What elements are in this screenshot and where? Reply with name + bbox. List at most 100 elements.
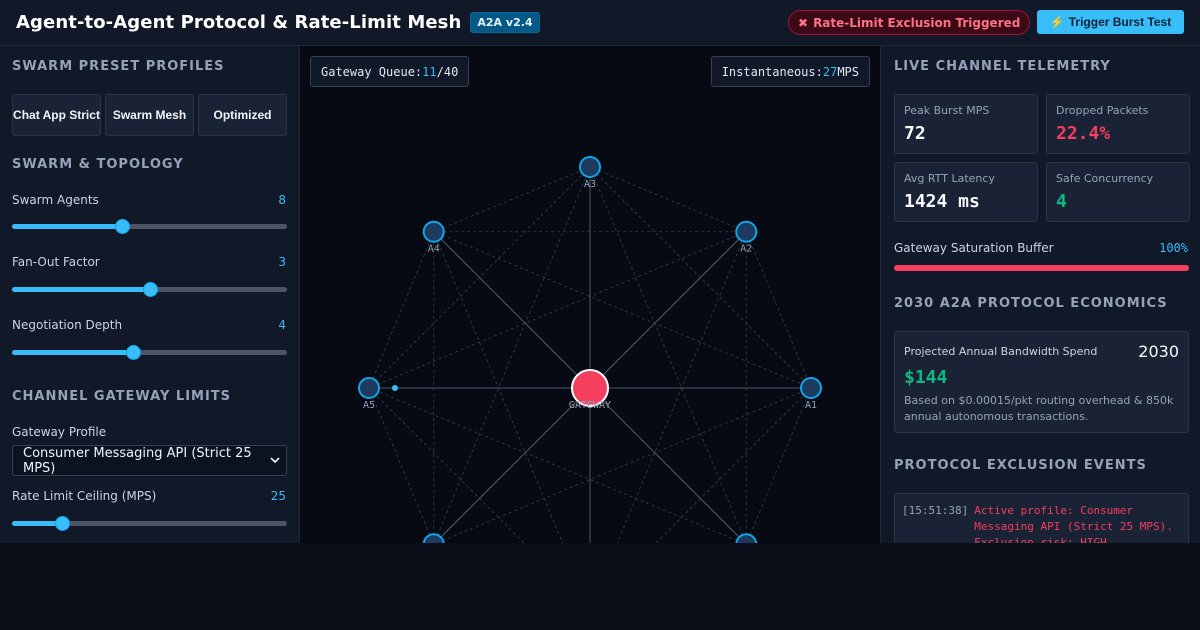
swarm-agents-slider[interactable] bbox=[12, 219, 287, 234]
alert-text: Rate-Limit Exclusion Triggered bbox=[813, 15, 1021, 30]
econ-label: Projected Annual Bandwidth Spend bbox=[904, 345, 1098, 358]
instantaneous-readout: Instantaneous: 27 MPS bbox=[710, 56, 870, 87]
agent-node-a4[interactable] bbox=[422, 220, 445, 243]
mesh-edge bbox=[368, 387, 525, 543]
gateway-section-title: CHANNEL GATEWAY LIMITS bbox=[12, 389, 232, 404]
mesh-edge bbox=[616, 231, 747, 543]
preset-optimized-button[interactable]: Optimized bbox=[198, 94, 287, 136]
agent-node-a6[interactable] bbox=[422, 533, 445, 543]
event-message: Active profile: Consumer Messaging API (… bbox=[974, 504, 1173, 543]
negotiation-depth-value: 4 bbox=[278, 318, 286, 332]
inst-unit: MPS bbox=[837, 64, 859, 79]
dropped-packets-value: 22.4% bbox=[1056, 123, 1111, 144]
slider-thumb[interactable] bbox=[126, 345, 141, 360]
mesh-edge bbox=[368, 387, 745, 543]
saturation-value: 100% bbox=[1159, 241, 1188, 255]
agent-node-a5[interactable] bbox=[358, 377, 380, 399]
mesh-edge bbox=[655, 387, 812, 543]
avg-rtt-card: Avg RTT Latency 1424 ms bbox=[894, 162, 1038, 222]
chevron-down-icon bbox=[270, 452, 280, 471]
agent-label: A3 bbox=[584, 179, 596, 190]
fan-out-factor-label: Fan-Out Factor bbox=[12, 255, 100, 269]
preset-chat-app-strict-button[interactable]: Chat App Strict bbox=[12, 94, 101, 136]
peak-burst-card: Peak Burst MPS 72 bbox=[894, 94, 1038, 154]
rate-limit-ceiling-value: 25 bbox=[270, 489, 286, 503]
fan-out-factor-value: 3 bbox=[278, 255, 286, 269]
left-control-panel: SWARM PRESET PROFILES Chat App Strict Sw… bbox=[0, 46, 300, 543]
avg-rtt-value: 1424 ms bbox=[904, 191, 980, 212]
mesh-edge bbox=[433, 166, 591, 233]
gateway-spoke bbox=[589, 231, 747, 389]
saturation-fill bbox=[894, 265, 1189, 271]
slider-thumb[interactable] bbox=[142, 282, 158, 297]
saturation-label: Gateway Saturation Buffer bbox=[894, 241, 1054, 255]
gateway-profile-selected: Consumer Messaging API (Strict 25 MPS) bbox=[23, 445, 252, 476]
gateway-label: GATEWAY bbox=[569, 400, 611, 411]
mesh-edge bbox=[589, 166, 747, 543]
slider-thumb[interactable] bbox=[54, 516, 70, 531]
close-x-icon: ✖ bbox=[798, 15, 809, 30]
peak-burst-label: Peak Burst MPS bbox=[904, 104, 990, 117]
saturation-progress-bar bbox=[894, 265, 1189, 271]
econ-year: 2030 bbox=[1138, 342, 1179, 361]
events-section-title: PROTOCOL EXCLUSION EVENTS bbox=[894, 458, 1147, 473]
econ-note: Based on $0.00015/pkt routing overhead &… bbox=[904, 394, 1174, 423]
gateway-profile-select[interactable]: Consumer Messaging API (Strict 25 MPS) bbox=[12, 445, 287, 476]
inst-label: Instantaneous: bbox=[721, 64, 823, 79]
burst-button-label: Trigger Burst Test bbox=[1068, 15, 1172, 29]
mesh-edge bbox=[368, 231, 435, 389]
economics-section-title: 2030 A2A PROTOCOL ECONOMICS bbox=[894, 296, 1168, 311]
safe-concurrency-card: Safe Concurrency 4 bbox=[1046, 162, 1190, 222]
lightning-icon: ⚡ bbox=[1049, 15, 1065, 29]
agent-label: A1 bbox=[805, 400, 817, 411]
peak-burst-value: 72 bbox=[904, 123, 926, 144]
avg-rtt-label: Avg RTT Latency bbox=[904, 172, 995, 185]
mesh-edge bbox=[589, 166, 747, 233]
mesh-edge bbox=[745, 231, 812, 389]
mesh-edge bbox=[746, 387, 812, 543]
negotiation-depth-slider[interactable] bbox=[12, 345, 287, 360]
agent-node-a3[interactable] bbox=[579, 156, 601, 178]
queue-current: 11 bbox=[422, 64, 437, 79]
mesh-edge bbox=[368, 231, 747, 389]
mesh-edge bbox=[435, 387, 812, 543]
agent-node-a2[interactable] bbox=[735, 220, 758, 243]
mesh-topology-canvas[interactable]: A1A2A3A4A5A6A7A8GATEWAY Gateway Queue: 1… bbox=[300, 46, 880, 543]
app-header: Agent-to-Agent Protocol & Rate-Limit Mes… bbox=[0, 0, 1200, 46]
agent-node-a8[interactable] bbox=[735, 533, 758, 543]
slider-thumb[interactable] bbox=[115, 219, 130, 234]
gateway-profile-label: Gateway Profile bbox=[12, 425, 107, 439]
safe-concurrency-value: 4 bbox=[1056, 191, 1067, 212]
agent-label: A2 bbox=[740, 244, 752, 255]
mesh-edge bbox=[433, 231, 812, 389]
swarm-agents-label: Swarm Agents bbox=[12, 193, 99, 207]
dropped-packets-card: Dropped Packets 22.4% bbox=[1046, 94, 1190, 154]
event-timestamp: [15:51:38] bbox=[902, 504, 969, 517]
gateway-spoke bbox=[433, 231, 591, 389]
queue-max: 40 bbox=[443, 64, 459, 79]
telemetry-section-title: LIVE CHANNEL TELEMETRY bbox=[894, 59, 1111, 74]
mesh-topology-graph: A1A2A3A4A5A6A7A8GATEWAY bbox=[358, 156, 822, 543]
gateway-spoke bbox=[589, 387, 746, 543]
mesh-edge bbox=[368, 387, 434, 543]
dropped-packets-label: Dropped Packets bbox=[1056, 104, 1149, 117]
agent-node-a1[interactable] bbox=[800, 377, 822, 399]
packet-dot bbox=[392, 385, 398, 391]
topology-section-title: SWARM & TOPOLOGY bbox=[12, 157, 184, 172]
inst-value: 27 bbox=[822, 64, 838, 79]
version-badge: A2A v2.4 bbox=[470, 12, 540, 33]
rate-limit-ceiling-slider[interactable] bbox=[12, 516, 287, 531]
gateway-queue-readout: Gateway Queue: 11 / 40 bbox=[310, 56, 470, 87]
negotiation-depth-label: Negotiation Depth bbox=[12, 318, 123, 332]
rate-limit-ceiling-label: Rate Limit Ceiling (MPS) bbox=[12, 489, 157, 503]
agent-label: A5 bbox=[363, 400, 375, 411]
preset-swarm-mesh-button[interactable]: Swarm Mesh bbox=[105, 94, 194, 136]
mesh-edge bbox=[433, 231, 564, 543]
app-title: Agent-to-Agent Protocol & Rate-Limit Mes… bbox=[16, 12, 462, 33]
rate-limit-alert-badge: ✖ Rate-Limit Exclusion Triggered bbox=[788, 10, 1031, 35]
exclusion-event-log: [15:51:38] Active profile: Consumer Mess… bbox=[894, 493, 1189, 543]
fan-out-factor-slider[interactable] bbox=[12, 282, 287, 297]
safe-concurrency-label: Safe Concurrency bbox=[1056, 172, 1154, 185]
mesh-edge bbox=[433, 166, 591, 543]
trigger-burst-test-button[interactable]: ⚡ Trigger Burst Test bbox=[1037, 10, 1184, 34]
